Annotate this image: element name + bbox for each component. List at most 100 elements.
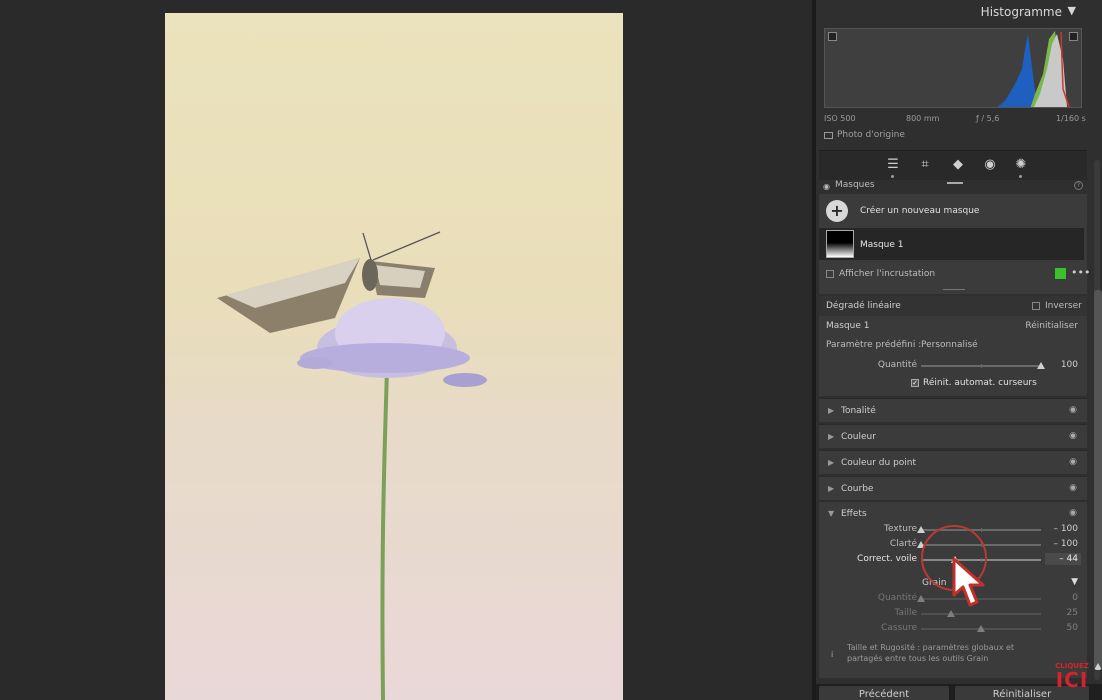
auto-reset-label: Réinit. automat. curseurs [923,378,1037,388]
gradient-row: Dégradé linéaire Inverser [819,296,1087,316]
section-color-label: Couleur [841,432,876,442]
quantity-slider-thumb[interactable] [1037,362,1045,369]
grain-size-label: Taille [894,608,917,618]
tool-strip: ☰ ⌗ ◆ ◉ ✺ [819,150,1087,180]
histogram-graph [997,31,1070,107]
section-point-color-label: Couleur du point [841,458,917,468]
tool-dot-active [1019,175,1022,178]
tool-dot [891,175,894,178]
mask-item[interactable]: Masque 1 [819,228,1084,260]
slider-tick [981,528,982,532]
grain-roughness-slider[interactable] [921,625,1041,632]
expand-triangle-icon: ▶ [828,458,835,467]
preset-select[interactable]: Personnalisé [921,340,978,350]
invert-checkbox[interactable] [1032,302,1040,310]
original-photo-label: Photo d'origine [837,130,905,140]
image-canvas[interactable] [0,0,812,700]
grain-roughness-label: Cassure [881,623,917,633]
mask-icon[interactable]: ✺ [1012,156,1030,174]
section-point-color[interactable]: ▶ Couleur du point ◉ [819,450,1087,474]
quantity-label: Quantité [877,360,917,370]
mask-list: + Créer un nouveau masque Masque 1 Affic… [819,194,1090,294]
section-effects-label: Effets [841,509,867,519]
auto-reset-option[interactable]: ✓ Réinit. automat. curseurs [911,378,1037,388]
grain-size-slider-thumb[interactable] [947,610,955,617]
texture-slider-thumb[interactable] [917,526,925,533]
watermark-logo: CLIQUEZ ICI [1050,662,1094,690]
grain-size-value[interactable]: 25 [1067,608,1078,618]
grain-roughness-slider-thumb[interactable] [977,625,985,632]
create-mask-row[interactable]: + Créer un nouveau masque [819,196,1087,226]
adjust-icon[interactable]: ☰ [884,156,902,174]
dehaze-value[interactable]: – 44 [1059,554,1078,564]
mask-settings-title: Masque 1 [826,321,870,331]
eraser-icon[interactable]: ◆ [949,156,967,174]
panel-scrollbar[interactable] [1094,160,1102,680]
masks-header: ◉ Masques ? [819,180,1087,194]
quantity-slider[interactable] [921,362,1045,369]
eye-icon[interactable]: ◉ [823,182,830,191]
mask-item-label: Masque 1 [860,240,904,250]
histogram-header[interactable]: Histogramme ▼ [816,0,1092,24]
eye-icon[interactable]: ◉ [1069,431,1077,441]
collapse-triangle-icon[interactable]: ▼ [828,509,834,518]
original-photo-toggle[interactable]: Photo d'origine [824,130,905,140]
reset-button[interactable]: Réinitialiser [1025,321,1078,331]
texture-value[interactable]: – 100 [1053,524,1078,534]
mask-thumbnail [826,230,854,258]
expand-triangle-icon: ▶ [828,432,835,441]
eye-icon[interactable]: ◉ [1069,405,1077,415]
grain-size-slider[interactable] [921,610,1041,617]
overlay-color-swatch[interactable] [1055,268,1066,279]
overlay-checkbox[interactable] [826,270,834,278]
scrollbar-thumb[interactable] [1094,290,1102,670]
section-curve[interactable]: ▶ Courbe ◉ [819,476,1087,500]
expand-triangle-icon: ▶ [828,406,835,415]
photo-preview [165,13,623,700]
highlight-clip-icon[interactable] [1069,32,1078,41]
drag-handle[interactable] [947,182,963,184]
grain-amount-label: Quantité [877,593,917,603]
info-icon: i [831,650,834,659]
texture-label: Texture [884,524,917,534]
masks-title: Masques [835,180,875,190]
preset-label: Paramètre prédéfini : [826,340,922,350]
more-options-icon[interactable]: ••• [1071,266,1090,279]
clarity-label: Clarté [889,539,917,549]
section-color[interactable]: ▶ Couleur ◉ [819,424,1087,448]
collapse-triangle-icon[interactable]: ▼ [1071,577,1078,587]
previous-button[interactable]: Précédent [819,686,949,700]
quantity-value[interactable]: 100 [1061,360,1078,370]
grain-info-text: Taille et Rugosité : paramètres globaux … [847,643,1015,663]
overlay-label: Afficher l'incrustation [839,269,936,279]
clarity-value[interactable]: – 100 [1053,539,1078,549]
redeye-icon[interactable]: ◉ [981,156,999,174]
iso-value: ISO 500 [824,114,856,123]
mask-settings: Masque 1 Réinitialiser Paramètre prédéfi… [819,316,1087,396]
original-photo-checkbox[interactable] [824,131,833,139]
expand-triangle-icon: ▶ [828,484,835,493]
invert-label: Inverser [1045,301,1082,311]
add-mask-button[interactable]: + [826,200,848,222]
eye-icon[interactable]: ◉ [1069,457,1077,467]
aperture-value: ƒ / 5,6 [976,114,1000,123]
grain-roughness-value[interactable]: 50 [1067,623,1078,633]
histogram-title: Histogramme [980,5,1062,19]
butterfly-flower-image [217,231,487,700]
section-tonality[interactable]: ▶ Tonalité ◉ [819,398,1087,422]
grain-amount-slider-thumb[interactable] [917,595,925,602]
focal-value: 800 mm [906,114,940,123]
collapse-triangle-icon[interactable]: ▼ [1068,4,1076,17]
shadow-clip-icon[interactable] [828,32,837,41]
watermark-main: ICI [1055,668,1089,692]
auto-reset-checkbox[interactable]: ✓ [911,379,919,387]
eye-icon[interactable]: ◉ [1069,483,1077,493]
grain-amount-value[interactable]: 0 [1072,593,1078,603]
histogram-chart[interactable] [824,28,1082,108]
gradient-label: Dégradé linéaire [826,301,901,311]
list-resize-handle[interactable] [943,289,965,290]
help-icon[interactable]: ? [1074,181,1083,190]
eye-icon[interactable]: ◉ [1069,508,1077,518]
shutter-value: 1/160 s [1056,114,1086,123]
crop-icon[interactable]: ⌗ [916,156,934,174]
